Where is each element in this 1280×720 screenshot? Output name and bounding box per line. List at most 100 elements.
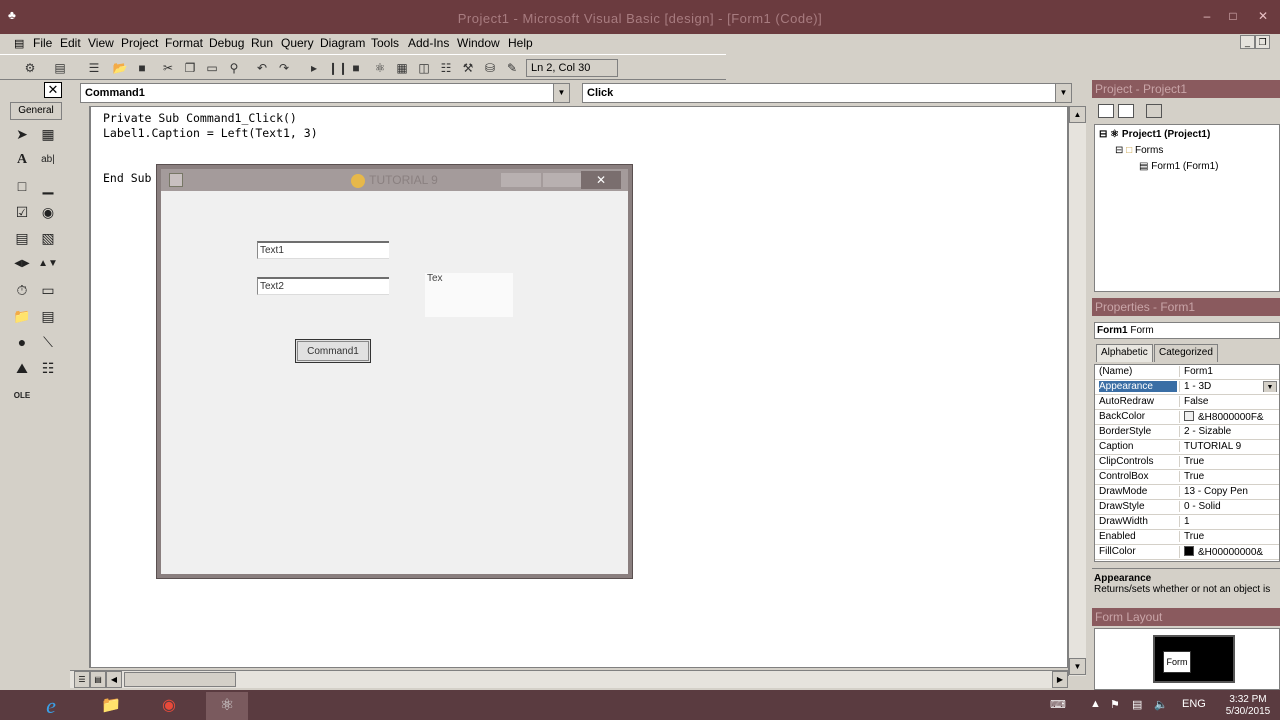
shape-tool-icon[interactable]: ● [12,332,32,352]
undo-icon[interactable]: ↶ [254,60,270,76]
find-icon[interactable]: ⚲ [226,60,242,76]
toolbox-icon[interactable]: ⚒ [460,60,476,76]
mdi-child-icon[interactable]: ▤ [14,37,24,50]
save-project-icon[interactable]: ■ [134,60,150,76]
running-form-window[interactable]: TUTORIAL 9 ✕ Text1 Text2 Tex Command1 [157,165,632,578]
running-form-title-bar[interactable]: TUTORIAL 9 ✕ [161,169,628,191]
maximize-icon[interactable]: □ [1222,8,1244,24]
optionbutton-tool-icon[interactable]: ◉ [38,202,58,222]
property-row[interactable]: AutoRedraw False [1095,395,1279,410]
code-vertical-scrollbar[interactable]: ▲ ▼ [1068,106,1086,676]
minimize-icon[interactable]: – [1196,8,1218,24]
menu-window[interactable]: Window [457,36,500,50]
property-row[interactable]: DrawMode 13 - Copy Pen [1095,485,1279,500]
open-project-icon[interactable]: 📂 [112,60,128,76]
textbox-tool-icon[interactable]: ab| [38,150,58,170]
keyboard-icon[interactable]: ⌨ [1050,698,1066,711]
scroll-thumb[interactable] [124,672,236,687]
property-row[interactable]: ClipControls True [1095,455,1279,470]
break-icon[interactable]: ❙❙ [328,60,348,76]
dirlistbox-tool-icon[interactable]: 📁 [12,306,32,326]
checkbox-tool-icon[interactable]: ☑ [12,202,32,222]
hscrollbar-tool-icon[interactable]: ◀▶ [12,254,32,274]
procedure-view-icon[interactable]: ☰ [74,671,90,688]
menu-view[interactable]: View [88,36,114,50]
tab-alphabetic[interactable]: Alphabetic [1096,344,1153,362]
add-form-icon[interactable]: ▤ [52,60,68,76]
timer-tool-icon[interactable]: ⏱ [12,280,32,300]
menu-format[interactable]: Format [165,36,203,50]
view-code-icon[interactable] [1098,104,1114,118]
action-center-icon[interactable]: ⚑ [1110,698,1120,711]
command1-button[interactable]: Command1 [295,339,371,363]
taskbar-clock[interactable]: 3:32 PM 5/30/2015 [1218,694,1278,718]
property-row[interactable]: DrawStyle 0 - Solid [1095,500,1279,515]
menu-edit[interactable]: Edit [60,36,81,50]
text2-input[interactable]: Text2 [257,277,389,295]
frame-tool-icon[interactable]: □ [12,176,32,196]
redo-icon[interactable]: ↷ [276,60,292,76]
picturebox-tool-icon[interactable]: ▦ [38,124,58,144]
code-horizontal-scrollbar[interactable]: ☰ ▤ ◀ ▶ [70,670,1068,688]
menu-tools[interactable]: Tools [371,36,399,50]
property-row[interactable]: BackColor &H8000000F& [1095,410,1279,425]
properties-grid[interactable]: (Name) Form1 Appearance 1 - 3D ▼ AutoRedraw… [1094,364,1280,562]
collapse-icon[interactable]: ⊟ [1115,145,1123,156]
pointer-tool-icon[interactable]: ➤ [12,124,32,144]
form-layout-icon[interactable]: ◫ [416,60,432,76]
chevron-down-icon[interactable]: ▼ [1055,84,1071,102]
menu-diagram[interactable]: Diagram [320,36,365,50]
menu-project[interactable]: Project [121,36,158,50]
toolbox-tab-general[interactable]: General [10,102,62,120]
menu-debug[interactable]: Debug [209,36,244,50]
chrome-icon[interactable]: ◉ [148,692,190,720]
view-object-icon[interactable] [1118,104,1134,118]
combobox-tool-icon[interactable]: ▤ [12,228,32,248]
menu-editor-icon[interactable]: ☰ [86,60,102,76]
copy-icon[interactable]: ❐ [182,60,198,76]
menu-add-ins[interactable]: Add-Ins [408,36,449,50]
internet-explorer-icon[interactable]: e [30,692,72,720]
properties-window-icon[interactable]: ▦ [394,60,410,76]
form-position-preview[interactable]: Form [1163,651,1191,673]
code-line[interactable]: Label1.Caption = Left(Text1, 3) [103,126,318,140]
property-row[interactable]: Enabled True [1095,530,1279,545]
end-icon[interactable]: ■ [348,60,364,76]
visual-basic-taskbar-icon[interactable]: ⚛ [206,692,248,720]
toolbox-close-icon[interactable]: ✕ [44,82,62,98]
network-icon[interactable]: ▤ [1132,698,1142,711]
cut-icon[interactable]: ✂ [160,60,176,76]
properties-object-combo[interactable]: Form1 Form [1094,322,1280,339]
tree-node-forms[interactable]: ⊟ □ Forms [1115,145,1163,156]
code-line[interactable]: End Sub [103,171,151,185]
label-tool-icon[interactable]: A [12,150,32,170]
tree-node-form1[interactable]: ▤ Form1 (Form1) [1139,161,1218,172]
scroll-right-icon[interactable]: ▶ [1052,671,1068,688]
commandbutton-tool-icon[interactable]: ▁ [38,176,58,196]
text1-input[interactable]: Text1 [257,241,389,259]
start-icon[interactable]: ▸ [306,60,322,76]
menu-query[interactable]: Query [281,36,314,50]
menu-file[interactable]: File [33,36,52,50]
language-indicator[interactable]: ENG [1182,698,1206,710]
volume-icon[interactable]: 🔈 [1154,698,1168,711]
visual-component-manager-icon[interactable]: ✎ [504,60,520,76]
drivelistbox-tool-icon[interactable]: ▭ [38,280,58,300]
collapse-icon[interactable]: ⊟ [1099,129,1107,140]
property-row[interactable]: DrawWidth 1 [1095,515,1279,530]
menu-help[interactable]: Help [508,36,533,50]
data-tool-icon[interactable]: ☷ [38,358,58,378]
paste-icon[interactable]: ▭ [204,60,220,76]
code-line[interactable]: Private Sub Command1_Click() [103,111,297,125]
property-row[interactable]: (Name) Form1 [1095,365,1279,380]
add-project-icon[interactable]: ⚙ [22,60,38,76]
scroll-left-icon[interactable]: ◀ [106,671,122,688]
object-browser-icon[interactable]: ☷ [438,60,454,76]
property-row[interactable]: Appearance 1 - 3D ▼ [1095,380,1279,395]
ole-tool-icon[interactable]: OLE [12,386,32,406]
file-explorer-icon[interactable]: 📁 [90,692,132,720]
scroll-up-icon[interactable]: ▲ [1069,106,1086,123]
line-tool-icon[interactable]: ⟍ [38,332,58,352]
image-tool-icon[interactable]: ⛰ [12,358,32,378]
show-hidden-icons-icon[interactable]: ▲ [1090,698,1101,710]
